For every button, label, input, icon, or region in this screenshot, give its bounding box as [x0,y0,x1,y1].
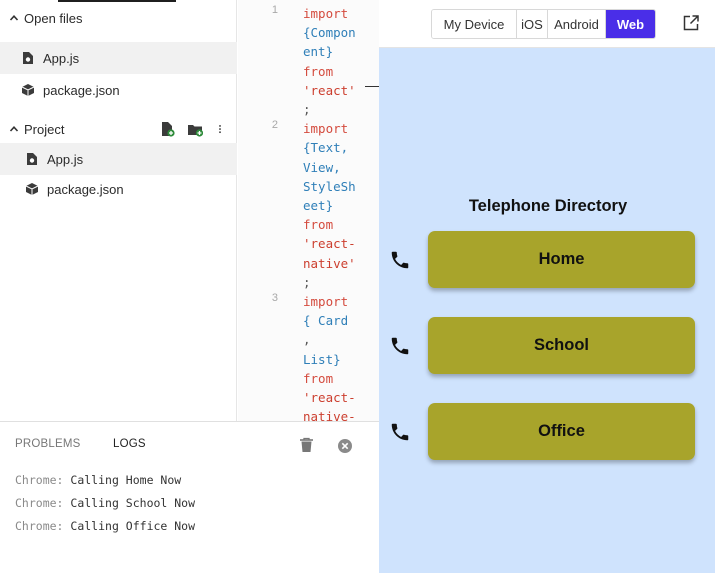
code-line: import [238,4,379,23]
contact-button-office[interactable]: Office [428,403,695,460]
code-line: native' [238,254,379,273]
code-line: 'react- [238,388,379,407]
code-line: ; [238,100,379,119]
phone-icon[interactable] [389,335,411,357]
trash-icon[interactable] [299,437,314,453]
code-line: , [238,330,379,349]
code-token: import [303,294,349,309]
code-token: import [303,6,349,21]
file-name: App.js [47,151,84,167]
open-file-package-json[interactable]: package.json [0,74,237,106]
code-token: ent} [303,44,334,60]
chevron-up-icon [9,126,19,132]
open-files-header[interactable]: Open files [0,4,237,32]
code-token: from [303,370,334,386]
code-token: List} [303,351,341,367]
log-source: Chrome: [15,519,64,533]
log-source: Chrome: [15,496,64,510]
app-preview: My Device iOS Android Web Telephone Dire… [379,0,715,573]
code-line: List} [238,350,379,369]
code-token: 'react' [303,82,356,98]
console-panel: PROBLEMS LOGS Chrome: Calling Home Now C… [0,421,379,573]
contact-button-school[interactable]: School [428,317,695,374]
new-folder-icon[interactable] [187,121,203,137]
tab-problems[interactable]: PROBLEMS [15,438,81,450]
file-name: package.json [43,82,120,98]
code-token: 'react- [303,236,356,252]
code-token: eet} [303,198,334,213]
preview-toolbar: My Device iOS Android Web [379,0,715,48]
log-line: Chrome: Calling School Now [15,496,195,510]
code-token: { Card [303,313,349,329]
code-token: 'react- [303,390,356,405]
log-line: Chrome: Calling Home Now [15,473,181,487]
code-line: { Card [238,311,379,330]
code-line: ; [238,273,379,292]
code-line: import [238,119,379,138]
code-line: View, [238,158,379,177]
top-divider [58,0,176,2]
platform-web[interactable]: Web [606,10,655,38]
log-line: Chrome: Calling Office Now [15,519,195,533]
code-token: ; [303,102,311,117]
react-file-icon [23,52,33,64]
open-files-label: Open files [24,10,83,26]
project-label: Project [24,121,65,137]
code-line: 'react- [238,234,379,253]
code-token: import [303,121,349,137]
project-header[interactable]: Project [0,115,237,143]
react-file-icon [27,153,37,165]
code-line: from [238,369,379,388]
phone-icon[interactable] [389,249,411,271]
code-token: native' [303,255,356,271]
directory-title: Telephone Directory [468,197,628,215]
code-line: from [238,215,379,234]
clear-console-icon[interactable] [337,438,353,454]
project-file-package-json[interactable]: package.json [0,173,237,205]
package-icon [25,183,39,195]
chevron-up-icon [9,15,19,21]
platform-android[interactable]: Android [548,10,606,38]
file-name: App.js [43,50,80,66]
file-name: package.json [47,181,124,197]
log-message: Calling Office Now [70,519,196,533]
log-source: Chrome: [15,473,64,487]
package-icon [21,84,35,96]
log-message: Calling School Now [70,496,196,510]
more-vertical-icon[interactable] [215,121,225,137]
phone-icon[interactable] [389,421,411,443]
project-actions [159,121,225,137]
open-external-icon[interactable] [682,14,700,32]
editor-scroll-marker [365,86,379,87]
code-editor[interactable]: 1 2 3 import {Compon ent} from'react'; impor… [238,0,379,421]
code-token: ; [303,274,311,290]
code-line: eet} [238,196,379,215]
code-line: StyleSh [238,177,379,196]
code-line: ent} [238,42,379,61]
file-explorer-sidebar: Open files App.js package.json Project A… [0,0,237,421]
platform-switcher: My Device iOS Android Web [431,9,656,39]
log-message: Calling Home Now [70,473,182,487]
code-line: import [238,292,379,311]
code-token: from [303,63,334,79]
code-line: {Compon [238,23,379,42]
code-token: StyleSh [303,178,356,194]
tab-logs[interactable]: LOGS [113,438,146,450]
code-token: {Text, [303,140,349,156]
platform-my-device[interactable]: My Device [432,10,517,38]
code-line: 'react' [238,81,379,100]
code-token: native- [303,409,356,421]
code-token: View, [303,159,341,175]
code-line: native- [238,407,379,421]
project-file-app-js[interactable]: App.js [0,143,237,175]
code-token: {Compon [303,25,356,41]
code-token: , [303,332,311,348]
new-file-icon[interactable] [159,121,175,137]
code-line: from [238,62,379,81]
code-line: {Text, [238,138,379,157]
open-file-app-js[interactable]: App.js [0,42,237,74]
platform-ios[interactable]: iOS [517,10,548,38]
code-token: from [303,217,334,233]
contact-button-home[interactable]: Home [428,231,695,288]
